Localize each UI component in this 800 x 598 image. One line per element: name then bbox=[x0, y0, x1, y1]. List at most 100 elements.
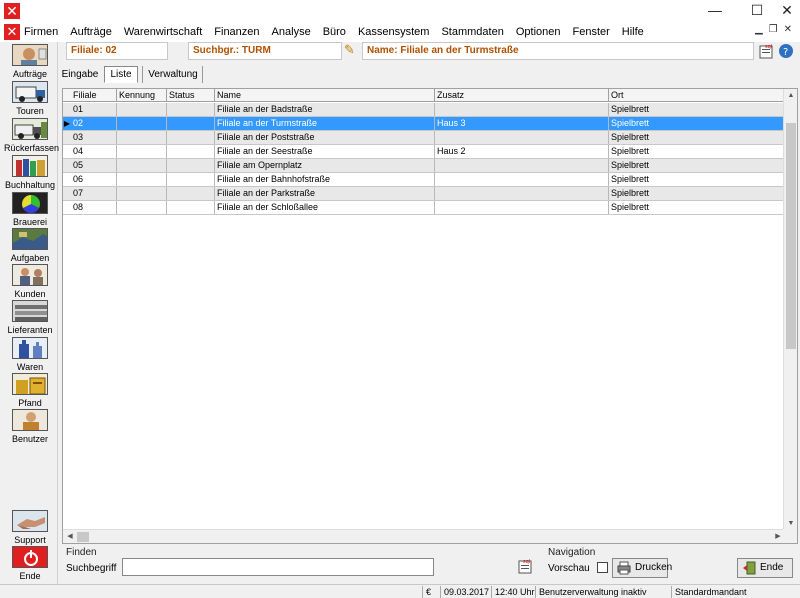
cell-kennung bbox=[117, 117, 167, 130]
sidebar-item-pfand[interactable]: Pfand bbox=[4, 373, 56, 409]
cell-ort: Spielbrett bbox=[609, 187, 785, 200]
sidebar-item-buchhaltung[interactable]: Buchhaltung bbox=[4, 155, 56, 191]
column-header-zusatz[interactable]: Zusatz bbox=[435, 89, 609, 102]
table-row[interactable]: 08 Filiale an der Schloßallee Spielbrett bbox=[63, 201, 785, 215]
mdi-controls: ▁ ❐ ✕ bbox=[755, 24, 792, 35]
menu-buero[interactable]: Büro bbox=[317, 22, 352, 42]
sidebar-item-auftraege[interactable]: Aufträge bbox=[4, 44, 56, 80]
truck-return-icon bbox=[12, 118, 48, 140]
sidebar: Aufträge Touren Rückerfassen Buchhaltung… bbox=[0, 42, 59, 584]
scroll-thumb[interactable] bbox=[786, 123, 796, 349]
menu-analyse[interactable]: Analyse bbox=[266, 22, 317, 42]
menu-auftraege[interactable]: Aufträge bbox=[64, 22, 118, 42]
column-header-kennung[interactable]: Kennung bbox=[117, 89, 167, 102]
cell-zusatz bbox=[435, 159, 609, 172]
bottles-icon bbox=[12, 337, 48, 359]
sidebar-item-label: Aufgaben bbox=[10, 253, 50, 263]
exit-button[interactable]: Ende bbox=[4, 546, 56, 582]
tab-eingabe[interactable]: Eingabe bbox=[60, 66, 100, 83]
column-header-ort[interactable]: Ort bbox=[609, 89, 785, 102]
help-icon[interactable]: ? bbox=[778, 43, 794, 59]
print-button[interactable]: Drucken bbox=[612, 558, 672, 578]
menu-logo-icon[interactable]: ✕ bbox=[4, 24, 20, 40]
tab-verwaltung[interactable]: Verwaltung bbox=[146, 66, 200, 83]
record-header: Filiale: 02 Suchbgr.: TURM ✎ Name: Filia… bbox=[62, 40, 800, 62]
cell-filiale: 05 bbox=[71, 159, 117, 172]
table-row[interactable]: 05 Filiale am Opernplatz Spielbrett bbox=[63, 159, 785, 173]
scroll-corner bbox=[783, 529, 797, 543]
table-row[interactable]: 07 Filiale an der Parkstraße Spielbrett bbox=[63, 187, 785, 201]
sidebar-item-rueckerfassen[interactable]: Rückerfassen bbox=[4, 118, 59, 154]
sidebar-item-lieferanten[interactable]: Lieferanten bbox=[4, 300, 56, 336]
cell-kennung bbox=[117, 187, 167, 200]
status-currency: € bbox=[422, 586, 438, 598]
column-header-name[interactable]: Name bbox=[215, 89, 435, 102]
menu-finanzen[interactable]: Finanzen bbox=[208, 22, 265, 42]
sql-report-icon[interactable]: sql bbox=[758, 43, 774, 59]
menu-hilfe[interactable]: Hilfe bbox=[616, 22, 650, 42]
app-logo-icon: ✕ bbox=[4, 3, 20, 19]
support-button[interactable]: Support bbox=[4, 510, 56, 546]
cell-name: Filiale an der Schloßallee bbox=[215, 201, 435, 214]
menu-stammdaten[interactable]: Stammdaten bbox=[435, 22, 509, 42]
end-button[interactable]: Ende bbox=[737, 558, 793, 578]
cell-kennung bbox=[117, 201, 167, 214]
map-icon bbox=[12, 228, 48, 250]
menu-optionen[interactable]: Optionen bbox=[510, 22, 567, 42]
table-row[interactable]: 06 Filiale an der Bahnhofstraße Spielbrett bbox=[63, 173, 785, 187]
cell-ort: Spielbrett bbox=[609, 159, 785, 172]
mdi-close-icon[interactable]: ✕ bbox=[784, 24, 792, 35]
svg-text:sql: sql bbox=[523, 559, 530, 565]
table-row[interactable]: 04 Filiale an der Seestraße Haus 2 Spielbre… bbox=[63, 145, 785, 159]
menu-firmen[interactable]: Firmen bbox=[24, 22, 64, 42]
mdi-minimize-icon[interactable]: ▁ bbox=[755, 24, 763, 35]
scroll-left-icon[interactable]: ◀ bbox=[63, 530, 77, 543]
name-field: Name: Filiale an der Turmstraße bbox=[362, 42, 754, 60]
scroll-up-icon[interactable]: ▲ bbox=[784, 89, 797, 103]
navigation-group-label: Navigation bbox=[548, 547, 596, 558]
sidebar-item-aufgaben[interactable]: Aufgaben bbox=[4, 228, 56, 264]
cell-name: Filiale am Opernplatz bbox=[215, 159, 435, 172]
sidebar-item-benutzer[interactable]: Benutzer bbox=[4, 409, 56, 445]
cell-filiale: 07 bbox=[71, 187, 117, 200]
sidebar-item-touren[interactable]: Touren bbox=[4, 81, 56, 117]
table-row[interactable]: 03 Filiale an der Poststraße Spielbrett bbox=[63, 131, 785, 145]
cell-zusatz bbox=[435, 201, 609, 214]
search-input[interactable] bbox=[122, 558, 434, 576]
column-header-status[interactable]: Status bbox=[167, 89, 215, 102]
close-button[interactable]: ✕ bbox=[770, 0, 800, 22]
exit-label: Ende bbox=[19, 571, 41, 581]
mdi-restore-icon[interactable]: ❐ bbox=[769, 24, 778, 35]
cell-filiale: 04 bbox=[71, 145, 117, 158]
branch-table: Filiale Kennung Status Name Zusatz Ort 0… bbox=[62, 88, 798, 544]
end-label: Ende bbox=[760, 562, 784, 573]
table-row[interactable]: ▶ 02 Filiale an der Turmstraße Haus 3 Spielb… bbox=[63, 117, 785, 131]
preview-checkbox[interactable] bbox=[597, 562, 608, 573]
printer-icon bbox=[617, 561, 631, 575]
cell-status bbox=[167, 159, 215, 172]
cell-zusatz bbox=[435, 187, 609, 200]
menu-fenster[interactable]: Fenster bbox=[567, 22, 616, 42]
color-wheel-icon bbox=[12, 192, 48, 214]
sql-search-icon[interactable]: sql bbox=[516, 557, 534, 575]
suchbegriff-field: Suchbgr.: TURM bbox=[188, 42, 342, 60]
menu-warenwirtschaft[interactable]: Warenwirtschaft bbox=[118, 22, 208, 42]
sidebar-item-waren[interactable]: Waren bbox=[4, 337, 56, 373]
scroll-thumb[interactable] bbox=[77, 532, 89, 542]
sidebar-item-brauerei[interactable]: Brauerei bbox=[4, 192, 56, 228]
cell-ort: Spielbrett bbox=[609, 173, 785, 186]
horizontal-scrollbar[interactable]: ◀ ▶ bbox=[63, 529, 785, 543]
table-row[interactable]: 01 Filiale an der Badstraße Spielbrett bbox=[63, 103, 785, 117]
sidebar-item-label: Benutzer bbox=[11, 434, 49, 444]
vertical-scrollbar[interactable]: ▲ ▼ bbox=[783, 89, 797, 531]
support-label: Support bbox=[14, 535, 46, 545]
minimize-button[interactable]: — bbox=[698, 0, 732, 22]
pencil-icon[interactable]: ✎ bbox=[344, 43, 358, 57]
column-header-filiale[interactable]: Filiale bbox=[71, 89, 117, 102]
menu-kassensystem[interactable]: Kassensystem bbox=[352, 22, 436, 42]
maximize-button[interactable]: ☐ bbox=[740, 0, 774, 22]
cell-name: Filiale an der Turmstraße bbox=[215, 117, 435, 130]
tab-liste[interactable]: Liste bbox=[104, 66, 138, 83]
menu-bar: ✕ Firmen Aufträge Warenwirtschaft Finanz… bbox=[0, 22, 800, 42]
sidebar-item-kunden[interactable]: Kunden bbox=[4, 264, 56, 300]
